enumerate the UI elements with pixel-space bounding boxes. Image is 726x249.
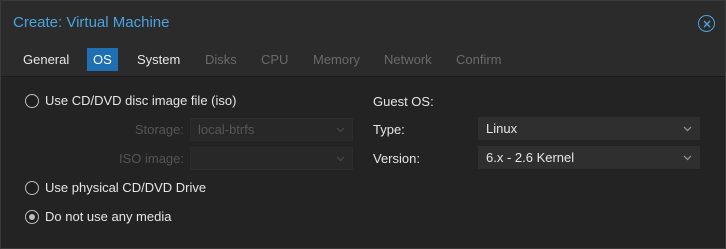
guest-os-title: Guest OS:	[373, 94, 434, 109]
chevron-down-icon	[336, 156, 345, 162]
tab-confirm: Confirm	[456, 52, 502, 67]
os-version-select[interactable]: 6.x - 2.6 Kernel	[478, 146, 700, 169]
no-media-radio[interactable]	[25, 209, 39, 224]
iso-image-option-label: Use CD/DVD disc image file (iso)	[45, 93, 237, 108]
iso-image-radio[interactable]	[25, 93, 39, 108]
physical-drive-option[interactable]: Use physical CD/DVD Drive	[25, 180, 206, 195]
version-label: Version:	[373, 151, 420, 166]
os-version-value: 6.x - 2.6 Kernel	[486, 150, 575, 165]
chevron-down-icon	[683, 155, 692, 161]
create-vm-dialog: Create: Virtual Machine General OS Syste…	[0, 0, 726, 249]
no-media-option[interactable]: Do not use any media	[25, 209, 171, 224]
tab-disks: Disks	[205, 52, 237, 67]
iso-image-option[interactable]: Use CD/DVD disc image file (iso)	[25, 93, 236, 108]
chevron-down-icon	[336, 127, 345, 133]
tab-memory: Memory	[313, 52, 360, 67]
tab-network: Network	[384, 52, 432, 67]
os-type-select[interactable]: Linux	[478, 117, 700, 140]
storage-value: local-btrfs	[198, 122, 255, 137]
os-type-value: Linux	[486, 121, 518, 136]
storage-label: Storage:	[134, 122, 184, 137]
tab-general[interactable]: General	[17, 48, 75, 71]
chevron-down-icon	[683, 126, 692, 132]
iso-image-select	[190, 147, 353, 170]
iso-image-label: ISO image:	[118, 151, 184, 166]
close-icon	[703, 20, 710, 27]
tab-os[interactable]: OS	[87, 48, 118, 71]
os-panel: Use CD/DVD disc image file (iso) Storage…	[1, 78, 725, 248]
wizard-tabbar: General OS System Disks CPU Memory Netwo…	[1, 43, 725, 77]
dialog-title: Create: Virtual Machine	[13, 14, 170, 31]
tab-system[interactable]: System	[131, 48, 186, 71]
close-button[interactable]	[698, 15, 715, 32]
dialog-titlebar: Create: Virtual Machine	[1, 1, 725, 43]
type-label: Type:	[373, 122, 405, 137]
tab-cpu: CPU	[261, 52, 289, 67]
storage-select: local-btrfs	[190, 118, 353, 141]
physical-drive-option-label: Use physical CD/DVD Drive	[45, 180, 207, 195]
no-media-option-label: Do not use any media	[45, 209, 172, 224]
physical-drive-radio[interactable]	[25, 180, 39, 195]
